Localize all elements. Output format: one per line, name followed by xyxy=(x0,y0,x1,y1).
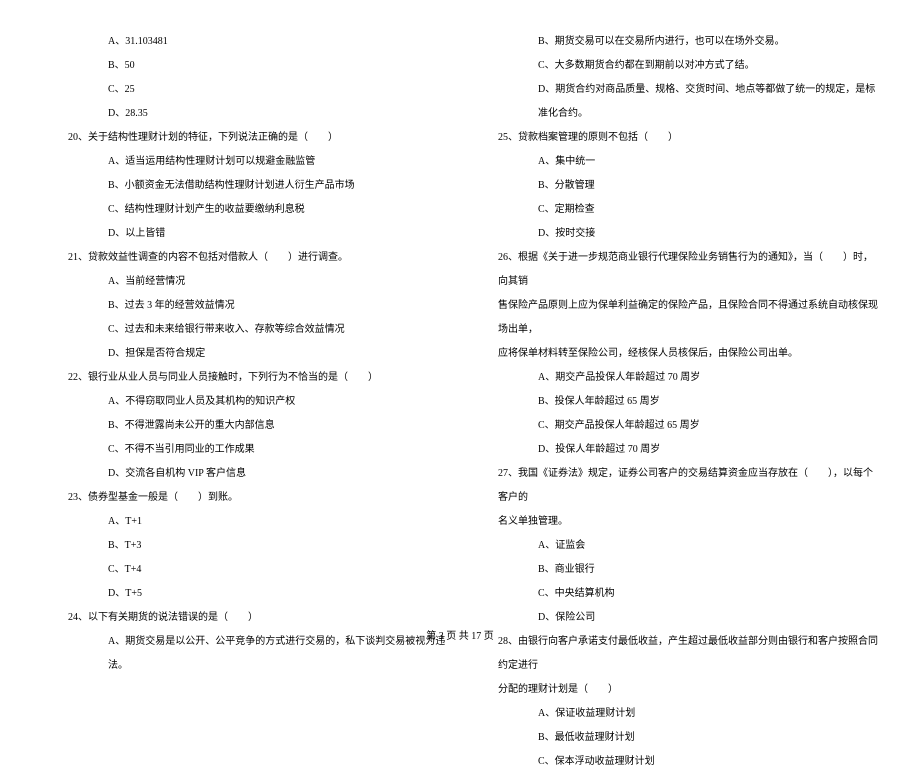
q24-option-b: B、期货交易可以在交易所内进行，也可以在场外交易。 xyxy=(490,30,880,54)
q27-option-a: A、证监会 xyxy=(490,534,880,558)
q23-option-d: D、T+5 xyxy=(60,582,450,606)
q19-option-c: C、25 xyxy=(60,78,450,102)
q20-option-c: C、结构性理财计划产生的收益要缴纳利息税 xyxy=(60,198,450,222)
right-column: B、期货交易可以在交易所内进行，也可以在场外交易。 C、大多数期货合约都在到期前… xyxy=(460,30,920,610)
q19-option-a: A、31.103481 xyxy=(60,30,450,54)
q28-cont: 分配的理财计划是（ ） xyxy=(490,678,880,702)
q20-option-b: B、小额资金无法借助结构性理财计划进人衍生产品市场 xyxy=(60,174,450,198)
q22-option-b: B、不得泄露尚未公开的重大内部信息 xyxy=(60,414,450,438)
q21-text: 21、贷款效益性调查的内容不包括对借款人（ ）进行调查。 xyxy=(60,246,450,270)
q26-option-d: D、投保人年龄超过 70 周岁 xyxy=(490,438,880,462)
q26-option-b: B、投保人年龄超过 65 周岁 xyxy=(490,390,880,414)
q22-option-d: D、交流各自机构 VIP 客户信息 xyxy=(60,462,450,486)
q20-option-d: D、以上皆错 xyxy=(60,222,450,246)
q26-text: 26、根据《关于进一步规范商业银行代理保险业务销售行为的通知》，当（ ）时，向其… xyxy=(490,246,880,294)
q20-option-a: A、适当运用结构性理财计划可以规避金融监管 xyxy=(60,150,450,174)
q26-cont2: 应将保单材料转至保险公司，经核保人员核保后，由保险公司出单。 xyxy=(490,342,880,366)
q24-option-c: C、大多数期货合约都在到期前以对冲方式了结。 xyxy=(490,54,880,78)
q23-option-b: B、T+3 xyxy=(60,534,450,558)
page-footer: 第 3 页 共 17 页 xyxy=(0,627,920,642)
q23-option-a: A、T+1 xyxy=(60,510,450,534)
q23-option-c: C、T+4 xyxy=(60,558,450,582)
q22-option-a: A、不得窃取同业人员及其机构的知识产权 xyxy=(60,390,450,414)
q28-option-c: C、保本浮动收益理财计划 xyxy=(490,750,880,774)
q21-option-d: D、担保是否符合规定 xyxy=(60,342,450,366)
page-container: A、31.103481 B、50 C、25 D、28.35 20、关于结构性理财… xyxy=(0,0,920,610)
q21-option-b: B、过去 3 年的经营效益情况 xyxy=(60,294,450,318)
q26-cont1: 售保险产品原则上应为保单利益确定的保险产品，且保险合同不得通过系统自动核保现场出… xyxy=(490,294,880,342)
q19-option-b: B、50 xyxy=(60,54,450,78)
q27-text: 27、我国《证券法》规定，证券公司客户的交易结算资金应当存放在（ ），以每个客户… xyxy=(490,462,880,510)
q27-cont: 名义单独管理。 xyxy=(490,510,880,534)
q25-option-c: C、定期检查 xyxy=(490,198,880,222)
q24-option-d: D、期货合约对商品质量、规格、交货时间、地点等都做了统一的规定，是标准化合约。 xyxy=(490,78,880,126)
q26-option-c: C、期交产品投保人年龄超过 65 周岁 xyxy=(490,414,880,438)
q26-option-a: A、期交产品投保人年龄超过 70 周岁 xyxy=(490,366,880,390)
q21-option-c: C、过去和未来给银行带来收入、存款等综合效益情况 xyxy=(60,318,450,342)
q25-text: 25、贷款档案管理的原则不包括（ ） xyxy=(490,126,880,150)
q23-text: 23、债券型基金一般是（ ）到账。 xyxy=(60,486,450,510)
q28-option-a: A、保证收益理财计划 xyxy=(490,702,880,726)
q21-option-a: A、当前经营情况 xyxy=(60,270,450,294)
left-column: A、31.103481 B、50 C、25 D、28.35 20、关于结构性理财… xyxy=(0,30,460,610)
q25-option-b: B、分散管理 xyxy=(490,174,880,198)
q27-option-c: C、中央结算机构 xyxy=(490,582,880,606)
q25-option-d: D、按时交接 xyxy=(490,222,880,246)
q22-option-c: C、不得不当引用同业的工作成果 xyxy=(60,438,450,462)
q25-option-a: A、集中统一 xyxy=(490,150,880,174)
q22-text: 22、银行业从业人员与同业人员接触时，下列行为不恰当的是（ ） xyxy=(60,366,450,390)
q27-option-b: B、商业银行 xyxy=(490,558,880,582)
q19-option-d: D、28.35 xyxy=(60,102,450,126)
q28-option-b: B、最低收益理财计划 xyxy=(490,726,880,750)
q20-text: 20、关于结构性理财计划的特征，下列说法正确的是（ ） xyxy=(60,126,450,150)
